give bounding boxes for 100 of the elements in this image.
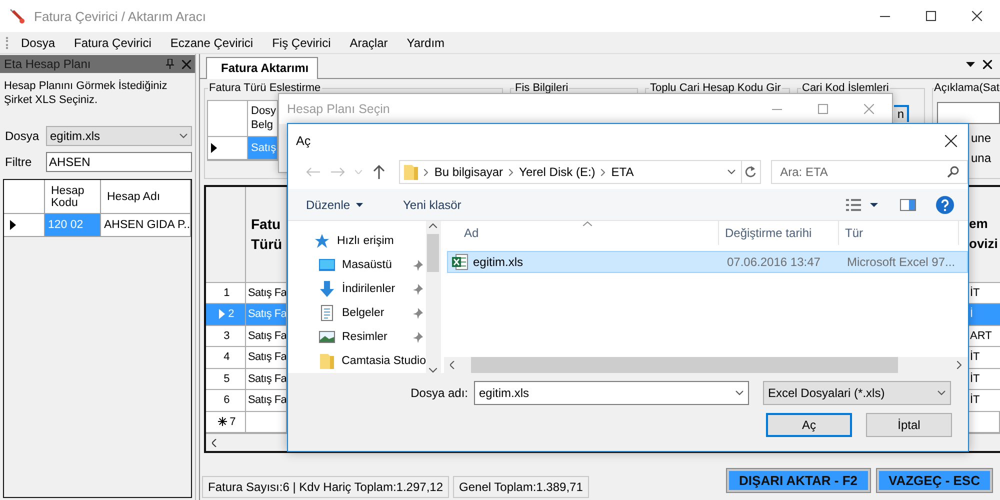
chevron-down-icon: [937, 390, 946, 396]
view-options-icon[interactable]: [846, 198, 878, 210]
group-title: Cari Kod İslemleri: [801, 82, 890, 94]
scroll-left-icon[interactable]: [212, 438, 217, 447]
breadcrumb-item[interactable]: ETA: [611, 165, 634, 179]
close-icon[interactable]: [983, 60, 992, 69]
status-text: Genel Toplam:1.389,71: [453, 476, 589, 498]
maximize-icon: [926, 11, 936, 21]
search-icon: [946, 166, 959, 178]
down-arrow-icon: [319, 281, 335, 297]
scroll-right-icon[interactable]: [957, 361, 962, 369]
table-cell: İT: [968, 390, 1000, 412]
chevron-down-icon: [735, 390, 744, 396]
action-button[interactable]: n: [894, 104, 909, 122]
dialog-button[interactable]: Aç: [766, 413, 852, 437]
nav-item[interactable]: İndirilenler: [288, 277, 426, 301]
group-title: Açıklama(Sat: [934, 82, 1000, 94]
folder-icon: [404, 164, 418, 180]
menu-item[interactable]: Eczane Çevirici: [163, 36, 266, 50]
organize-menu[interactable]: Düzenle: [300, 198, 370, 212]
column-header[interactable]: Tür: [839, 221, 959, 245]
column-header[interactable]: Hesap Kodu: [45, 180, 101, 214]
action-button[interactable]: VAZGEÇ - ESC: [876, 468, 992, 492]
folder-icon: [320, 353, 334, 369]
row-number: 1: [206, 282, 246, 304]
nav-item[interactable]: Resimler: [288, 325, 426, 349]
instruction-text: Hesap Planını Görmek İstediğiniz Şirket XLS Seçiniz.: [3, 78, 168, 108]
filter-field[interactable]: AHSEN: [46, 152, 192, 172]
group-title: Toplu Cari Hesap Kodu Gir: [649, 82, 782, 94]
menu-item[interactable]: Fiş Çevirici: [265, 36, 343, 50]
nav-item[interactable]: Belgeler: [288, 301, 426, 325]
file-type-dropdown[interactable]: Excel Dosyalari (*.xls): [763, 381, 951, 405]
file-row[interactable]: egitim.xls 07.06.2016 13:47 Microsoft Excel 97...: [447, 251, 968, 273]
scroll-down-icon[interactable]: [429, 368, 437, 373]
scrollbar[interactable]: [426, 221, 440, 373]
chevron-right-icon: [509, 168, 514, 176]
dialog-title: Hesap Planı Seçin: [287, 102, 391, 116]
breadcrumb-item[interactable]: Bu bilgisayar: [434, 165, 504, 179]
group-title: Fatura Türü Eslestirme: [208, 82, 322, 94]
column-header[interactable]: em ovizi: [968, 186, 1000, 283]
field-label: Dosya: [5, 129, 40, 143]
menu-item[interactable]: Yardım: [400, 36, 457, 50]
column-header[interactable]: Fatu Türü: [246, 186, 287, 283]
close-icon: [972, 11, 982, 21]
row-pointer-icon: [10, 220, 16, 230]
scroll-thumb[interactable]: [427, 234, 439, 272]
breadcrumb-item[interactable]: Yerel Disk (E:): [519, 165, 596, 179]
row-number: 6: [206, 390, 246, 412]
new-folder-button[interactable]: Yeni klasör: [397, 198, 468, 212]
row-number: 4: [206, 347, 246, 369]
row-number: 5: [206, 368, 246, 390]
caret-icon: [356, 202, 364, 206]
scroll-thumb[interactable]: [471, 357, 898, 373]
spreadsheet-icon: [452, 254, 468, 270]
tab[interactable]: Fatura Aktarımı: [206, 56, 318, 79]
file-dropdown[interactable]: egitim.xls: [46, 126, 192, 146]
help-icon[interactable]: [936, 196, 954, 214]
address-bar[interactable]: Bu bilgisayar Yerel Disk (E:) ETA: [399, 160, 742, 184]
filename-field[interactable]: egitim.xls: [474, 381, 749, 405]
row-number: 3: [206, 326, 246, 348]
refresh-icon[interactable]: [745, 166, 756, 178]
chevron-down-icon: [179, 133, 188, 139]
table-cell: AHSEN GIDA P...: [101, 214, 191, 237]
nav-item[interactable]: Masaüstü: [288, 253, 426, 277]
table-cell: İT: [968, 347, 1000, 369]
search-input[interactable]: Ara: ETA: [780, 165, 947, 179]
scroll-left-icon[interactable]: [450, 361, 455, 369]
column-header[interactable]: Değiştirme tarihi: [719, 221, 839, 245]
menu-item[interactable]: Fatura Çevirici: [67, 36, 164, 50]
preview-pane-icon[interactable]: [900, 198, 916, 210]
table-cell: Satış: [248, 136, 278, 160]
search-field[interactable]: Ara: ETA: [771, 160, 968, 184]
nav-item[interactable]: Camtasia Studio: [288, 349, 426, 373]
row-number: 7: [206, 412, 246, 434]
close-icon: [945, 134, 957, 146]
row-number: 2: [206, 304, 246, 326]
column-header[interactable]: Ad: [444, 221, 719, 245]
star-icon: [314, 234, 330, 248]
menu-item[interactable]: Dosya: [14, 36, 68, 50]
table-cell: İT: [968, 368, 1000, 390]
dropdown-icon[interactable]: [966, 62, 975, 67]
field-label: Filtre: [5, 155, 33, 169]
window-title: Fatura Çevirici / Aktarım Aracı: [34, 8, 206, 24]
document-icon: [321, 305, 333, 321]
table-cell: İ: [968, 304, 1000, 326]
scroll-up-icon[interactable]: [429, 223, 437, 228]
column-header[interactable]: Hesap Adı: [101, 180, 191, 214]
panel-title: Eta Hesap Planı: [4, 57, 92, 71]
scrollbar[interactable]: [444, 357, 968, 373]
nav-item[interactable]: Hızlı erişim: [288, 229, 426, 253]
chevron-down-icon: [726, 169, 736, 175]
description-field[interactable]: [937, 102, 1000, 124]
menu-item[interactable]: Araçlar: [342, 36, 400, 50]
image-icon: [319, 331, 335, 343]
action-button[interactable]: DIŞARI AKTAR - F2: [727, 468, 870, 492]
row-pointer-icon: [219, 309, 226, 320]
table-cell: ART: [968, 326, 1000, 348]
up-arrow-icon[interactable]: [372, 165, 385, 179]
group-title: Fis Bilgileri: [514, 82, 570, 94]
dialog-button[interactable]: İptal: [866, 413, 952, 437]
